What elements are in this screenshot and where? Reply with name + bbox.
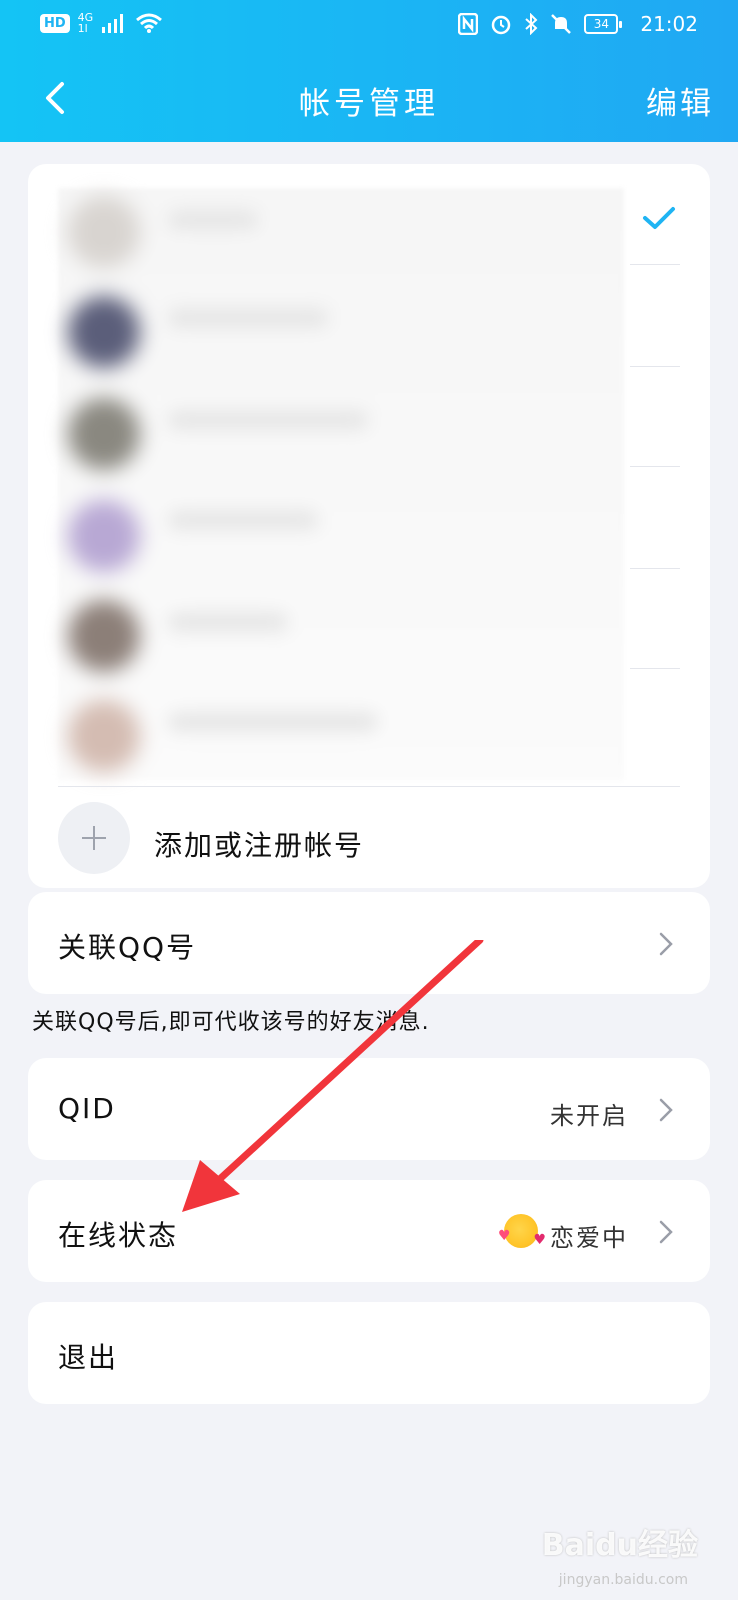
divider: [630, 264, 680, 265]
battery-indicator: 34: [584, 14, 623, 34]
avatar: [68, 398, 140, 470]
logout-label: 退出: [58, 1341, 119, 1374]
chevron-right-icon: [659, 1220, 673, 1244]
add-account-button[interactable]: 添加或注册帐号: [154, 824, 364, 864]
account-name: [168, 210, 258, 230]
avatar: [68, 296, 140, 368]
avatar: [68, 500, 140, 572]
bluetooth-icon: [525, 13, 538, 35]
signal-label: 4G 1l: [78, 12, 94, 34]
online-status-value: 恋爱中: [550, 1224, 628, 1252]
account-name: [168, 612, 288, 632]
account-name: [168, 510, 318, 530]
nfc-icon: [458, 13, 479, 35]
avatar: [68, 700, 140, 772]
account-name: [168, 308, 328, 328]
blurred-account-list: [58, 188, 624, 780]
logout-row[interactable]: 退出: [28, 1302, 710, 1404]
divider: [630, 366, 680, 367]
chevron-right-icon: [659, 1098, 673, 1122]
avatar: [68, 196, 140, 268]
page-title: 帐号管理: [299, 86, 439, 122]
love-emoji-icon: [498, 1214, 546, 1248]
online-status-label: 在线状态: [58, 1219, 179, 1252]
alarm-icon: [492, 15, 511, 35]
status-bar: HD 4G 1l 34 21:02: [0, 0, 738, 52]
add-account-icon[interactable]: [58, 802, 130, 874]
checkmark-icon: [643, 207, 675, 229]
divider: [630, 466, 680, 467]
edit-button[interactable]: 编辑: [646, 78, 714, 123]
signal-bars-icon: [102, 14, 124, 33]
wifi-icon: [136, 13, 163, 33]
annotation-arrow: [182, 940, 484, 1212]
clock: 21:02: [640, 12, 698, 36]
divider: [630, 668, 680, 669]
signal-sub: 1l: [77, 22, 88, 35]
divider: [630, 568, 680, 569]
qid-value: 未开启: [550, 1102, 628, 1130]
status-right: 34 21:02: [458, 12, 698, 36]
account-name: [168, 712, 378, 732]
hd-badge: HD: [40, 13, 70, 33]
watermark: Baidu经验: [541, 1528, 698, 1563]
accounts-card: 添加或注册帐号: [28, 164, 710, 888]
status-left: HD 4G 1l: [40, 12, 163, 34]
chevron-right-icon: [659, 932, 673, 956]
mute-bell-icon: [551, 14, 572, 34]
avatar: [68, 600, 140, 672]
watermark-url: jingyan.baidu.com: [558, 1572, 688, 1588]
divider: [58, 786, 680, 787]
qid-label: QID: [58, 1092, 116, 1125]
account-name: [168, 410, 368, 430]
